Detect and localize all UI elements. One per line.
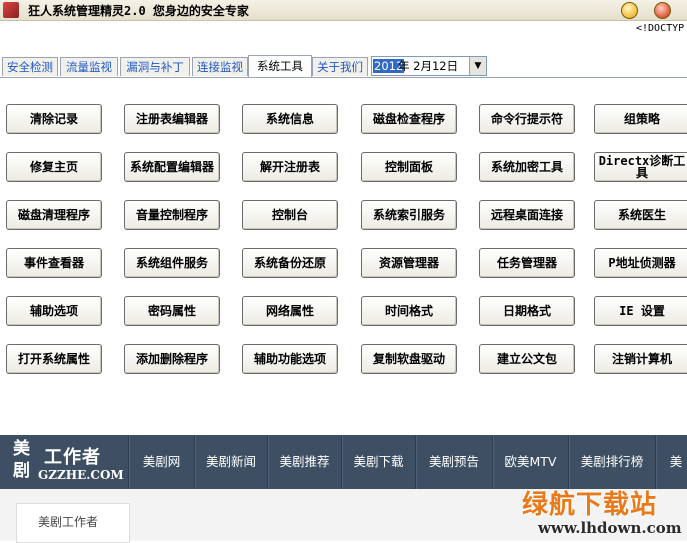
tool-button[interactable]: 时间格式 bbox=[361, 296, 457, 326]
nav-item-preview[interactable]: 美剧预告 bbox=[415, 435, 492, 489]
tool-button[interactable]: 音量控制程序 bbox=[124, 200, 220, 230]
tool-button[interactable]: 密码属性 bbox=[124, 296, 220, 326]
tool-button[interactable]: IE 设置 bbox=[594, 296, 687, 326]
logo-char-2: 剧 bbox=[13, 461, 30, 481]
system-tools-panel: 清除记录 注册表编辑器 系统信息 磁盘检查程序 命令行提示符 组策略修复主页 系统配置编辑器… bbox=[0, 77, 687, 436]
website-sub-label[interactable]: 美剧工作者 bbox=[38, 513, 98, 530]
tool-button[interactable]: 任务管理器 bbox=[479, 248, 575, 278]
tool-button[interactable]: 系统组件服务 bbox=[124, 248, 220, 278]
watermark-url: www.lhdown.com bbox=[538, 519, 682, 537]
tool-button[interactable]: 磁盘清理程序 bbox=[6, 200, 102, 230]
date-rest: 年 2月12日 bbox=[398, 59, 459, 73]
tool-button[interactable]: 控制台 bbox=[242, 200, 338, 230]
logo-url: GZZHE.COM bbox=[38, 468, 124, 482]
tool-button[interactable]: 网络属性 bbox=[242, 296, 338, 326]
tool-button[interactable]: 解开注册表 bbox=[242, 152, 338, 182]
tool-button[interactable]: 系统配置编辑器 bbox=[124, 152, 220, 182]
tab-vulnerabilities[interactable]: 漏洞与补丁 bbox=[120, 57, 190, 76]
tool-button[interactable]: 清除记录 bbox=[6, 104, 102, 134]
tool-button[interactable]: 系统医生 bbox=[594, 200, 687, 230]
tool-button[interactable]: 系统信息 bbox=[242, 104, 338, 134]
tool-button[interactable]: P地址侦测器 bbox=[594, 248, 687, 278]
tool-button[interactable]: 命令行提示符 bbox=[479, 104, 575, 134]
title-bar: 狂人系统管理精灵2.0 您身边的安全专家 bbox=[0, 0, 687, 21]
app-icon bbox=[3, 2, 19, 18]
nav-item-news[interactable]: 美剧新闻 bbox=[194, 435, 267, 489]
window-title: 狂人系统管理精灵2.0 您身边的安全专家 bbox=[28, 4, 249, 18]
tool-button[interactable]: 日期格式 bbox=[479, 296, 575, 326]
nav-item-mtv[interactable]: 欧美MTV bbox=[492, 435, 568, 489]
tool-button[interactable]: 资源管理器 bbox=[361, 248, 457, 278]
website-nav-bar: 美 剧 工作者 GZZHE.COM 美剧网 美剧新闻 美剧推荐 美剧下载 美剧预… bbox=[0, 435, 687, 489]
tool-button[interactable]: 修复主页 bbox=[6, 152, 102, 182]
doctype-text: <!DOCTYP bbox=[636, 23, 685, 34]
watermark: 绿航下载站 www.lhdown.com bbox=[516, 482, 687, 541]
tool-button[interactable]: 打开系统属性 bbox=[6, 344, 102, 374]
site-logo[interactable]: 美 剧 工作者 GZZHE.COM bbox=[6, 438, 128, 486]
tab-strip: 安全检测 流量监视 漏洞与补丁 连接监视 系统工具 关于我们 bbox=[2, 55, 372, 77]
nav-item-more[interactable]: 美 bbox=[655, 435, 687, 489]
tool-button[interactable]: 辅助选项 bbox=[6, 296, 102, 326]
tab-about-us[interactable]: 关于我们 bbox=[312, 57, 368, 76]
tool-button[interactable]: 添加删除程序 bbox=[124, 344, 220, 374]
dropdown-arrow-icon[interactable]: ▼ bbox=[469, 57, 486, 75]
tab-system-tools[interactable]: 系统工具 bbox=[248, 55, 312, 77]
nav-item-download[interactable]: 美剧下载 bbox=[341, 435, 415, 489]
date-picker[interactable]: 2012 年 2月12日 ▼ bbox=[371, 56, 487, 76]
tool-button[interactable]: 事件查看器 bbox=[6, 248, 102, 278]
logo-name: 工作者 bbox=[44, 447, 101, 468]
tool-button[interactable]: 远程桌面连接 bbox=[479, 200, 575, 230]
tool-button[interactable]: 系统备份还原 bbox=[242, 248, 338, 278]
tool-button[interactable]: 磁盘检查程序 bbox=[361, 104, 457, 134]
tool-button[interactable]: 复制软盘驱动 bbox=[361, 344, 457, 374]
tool-button[interactable]: 组策略 bbox=[594, 104, 687, 134]
tool-button[interactable]: 注册表编辑器 bbox=[124, 104, 220, 134]
tool-button[interactable]: 系统索引服务 bbox=[361, 200, 457, 230]
tool-button[interactable]: 控制面板 bbox=[361, 152, 457, 182]
nav-item-ranking[interactable]: 美剧排行榜 bbox=[568, 435, 655, 489]
watermark-title: 绿航下载站 bbox=[522, 490, 658, 520]
tool-button[interactable]: 注销计算机 bbox=[594, 344, 687, 374]
nav-item-recommend[interactable]: 美剧推荐 bbox=[267, 435, 341, 489]
logo-char-1: 美 bbox=[13, 439, 30, 459]
tab-connection-monitor[interactable]: 连接监视 bbox=[192, 57, 248, 76]
minimize-button[interactable] bbox=[621, 2, 638, 19]
tool-button[interactable]: 建立公文包 bbox=[479, 344, 575, 374]
tab-security-check[interactable]: 安全检测 bbox=[2, 57, 58, 76]
tool-button[interactable]: 系统加密工具 bbox=[479, 152, 575, 182]
tab-traffic-monitor[interactable]: 流量监视 bbox=[60, 57, 118, 76]
close-button[interactable] bbox=[654, 2, 671, 19]
tool-button[interactable]: Directx诊断工具 bbox=[594, 152, 687, 182]
tool-button[interactable]: 辅助功能选项 bbox=[242, 344, 338, 374]
nav-item-meiju[interactable]: 美剧网 bbox=[128, 435, 194, 489]
